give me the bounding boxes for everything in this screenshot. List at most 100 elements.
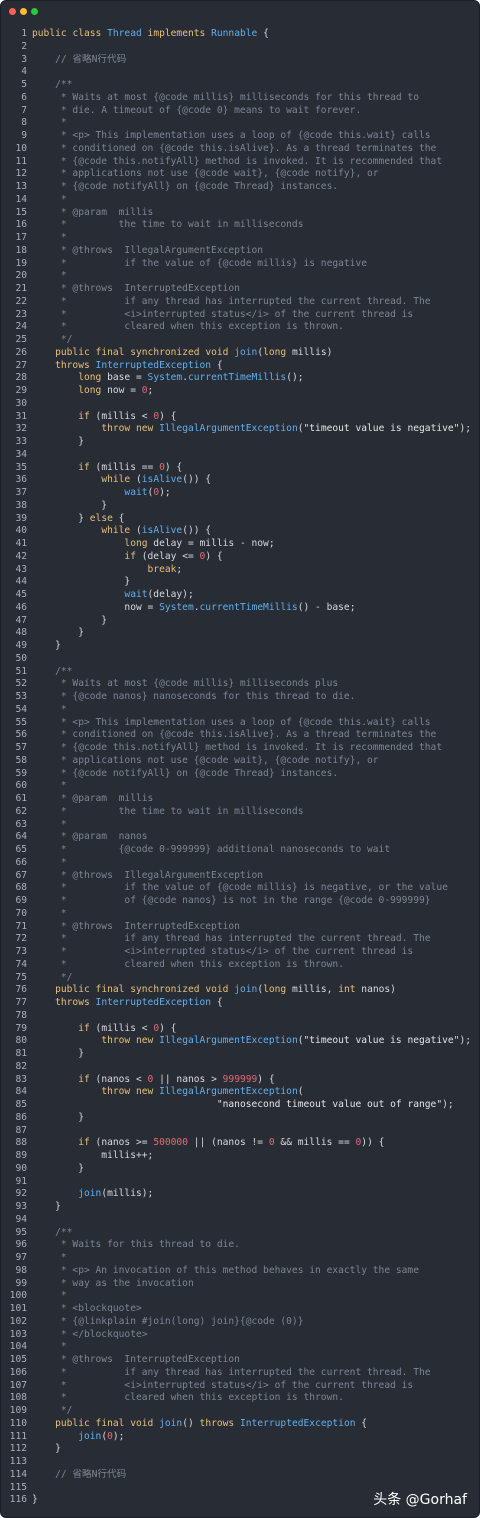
line-number: 77 xyxy=(15,997,27,1008)
code-text: millis++; xyxy=(32,1150,154,1161)
code-line: 35 if (millis == 0) { xyxy=(1,462,479,475)
code-line: 80 throw new IllegalArgumentException("t… xyxy=(1,1035,479,1048)
code-text: wait(delay); xyxy=(124,589,194,600)
line-number: 43 xyxy=(15,563,27,575)
code-line: 15 * @param millis xyxy=(1,207,479,220)
code-text: } xyxy=(32,1111,84,1123)
line-number: 114 xyxy=(9,1468,27,1480)
line-number: 67 xyxy=(15,869,27,881)
line-number: 79 xyxy=(15,1022,27,1034)
line-number: 69 xyxy=(15,895,27,906)
line-number: 115 xyxy=(9,1481,27,1493)
line-number: 98 xyxy=(15,1264,27,1276)
code-text: * xyxy=(32,232,67,243)
code-editor[interactable]: 1 public class Thread implements Runnable… xyxy=(1,28,479,1507)
line-number: 61 xyxy=(15,793,27,804)
line-number: 102 xyxy=(9,1315,27,1327)
code-line: 9 * <p> This implementation uses a loop … xyxy=(1,130,479,143)
line-number: 89 xyxy=(15,1150,27,1161)
code-text: * of {@code nanos} is not in the range {… xyxy=(32,895,431,906)
code-line: 16 * the time to wait in milliseconds xyxy=(1,219,479,232)
line-number: 41 xyxy=(15,538,27,549)
line-number: 35 xyxy=(15,461,27,473)
code-text: break; xyxy=(147,563,183,575)
code-text: * xyxy=(32,818,67,830)
code-line: 72 * if any thread has interrupted the c… xyxy=(1,933,479,946)
code-text: * @throws InterruptedException xyxy=(32,920,240,932)
code-line: 63 * xyxy=(1,819,479,832)
line-number: 4 xyxy=(21,66,27,78)
line-number: 30 xyxy=(15,397,27,409)
code-line: 84 throw new IllegalArgumentException( xyxy=(1,1086,479,1099)
line-number: 55 xyxy=(15,716,27,728)
code-line: 53 * {@code nanos} nanoseconds for this … xyxy=(1,691,479,704)
close-button[interactable] xyxy=(9,8,16,15)
code-text: if (millis < 0) { xyxy=(78,1022,177,1034)
line-number: 66 xyxy=(15,856,27,868)
code-line: 114 // 省略N行代码 xyxy=(1,1469,479,1482)
line-number: 90 xyxy=(15,1162,27,1174)
code-line: 40 while (isAlive()) { xyxy=(1,525,479,538)
code-text: long now = 0; xyxy=(78,385,154,396)
code-text: // 省略N行代码 xyxy=(32,53,127,65)
code-text: * if any thread has interrupted the curr… xyxy=(32,933,431,945)
code-text: throws InterruptedException { xyxy=(55,997,223,1008)
code-line: 82 xyxy=(1,1061,479,1074)
code-text: * cleared when this exception is thrown. xyxy=(32,1392,344,1404)
code-line: 59 * {@code notifyAll} on {@code Thread}… xyxy=(1,768,479,781)
line-number: 113 xyxy=(9,1456,27,1467)
line-number: 82 xyxy=(15,1060,27,1072)
line-number: 64 xyxy=(15,831,27,843)
code-text: * <i>interrupted status</i> of the curre… xyxy=(32,1379,414,1391)
code-text: * xyxy=(32,270,67,282)
line-number: 22 xyxy=(15,295,27,307)
line-number: 71 xyxy=(15,920,27,932)
code-line: 23 * <i>interrupted status</i> of the cu… xyxy=(1,309,479,322)
code-line: 87 xyxy=(1,1125,479,1138)
line-number: 50 xyxy=(15,652,27,664)
line-number: 81 xyxy=(15,1048,27,1059)
zoom-button[interactable] xyxy=(31,8,38,15)
line-number: 14 xyxy=(15,193,27,205)
line-number: 5 xyxy=(21,79,27,90)
line-number: 10 xyxy=(15,142,27,154)
code-line: 32 throw new IllegalArgumentException("t… xyxy=(1,423,479,436)
code-line: 98 * <p> An invocation of this method be… xyxy=(1,1265,479,1278)
code-line: 25 */ xyxy=(1,334,479,347)
code-text: * <p> An invocation of this method behav… xyxy=(32,1264,419,1276)
code-line: 77 throws InterruptedException { xyxy=(1,997,479,1010)
line-number: 28 xyxy=(15,372,27,384)
code-line: 73 * <i>interrupted status</i> of the cu… xyxy=(1,946,479,959)
code-line: 60 * xyxy=(1,780,479,793)
code-text: */ xyxy=(32,334,73,345)
line-number: 54 xyxy=(15,703,27,715)
code-text: long base = System.currentTimeMillis(); xyxy=(78,372,304,384)
code-text: * the time to wait in milliseconds xyxy=(32,219,304,231)
code-line: 102 * {@linkplain #join(long) join}{@cod… xyxy=(1,1316,479,1329)
code-line: 96 * Waits for this thread to die. xyxy=(1,1239,479,1252)
code-line: 37 wait(0); xyxy=(1,487,479,500)
code-text: * way as the invocation xyxy=(32,1277,194,1289)
line-number: 70 xyxy=(15,907,27,919)
code-text: if (nanos < 0 || nanos > 999999) { xyxy=(78,1073,275,1085)
code-text: * cleared when this exception is thrown. xyxy=(32,958,344,970)
code-line: 100 * xyxy=(1,1290,479,1303)
code-text: * if any thread has interrupted the curr… xyxy=(32,1366,431,1378)
code-line: 22 * if any thread has interrupted the c… xyxy=(1,296,479,309)
minimize-button[interactable] xyxy=(20,8,27,15)
line-number: 11 xyxy=(15,155,27,167)
code-line: 48 } xyxy=(1,627,479,640)
code-line: 26 public final synchronized void join(l… xyxy=(1,347,479,360)
line-number: 3 xyxy=(21,53,27,65)
code-line: 94 xyxy=(1,1214,479,1227)
code-line: 105 * @throws InterruptedException xyxy=(1,1354,479,1367)
code-line: 108 * cleared when this exception is thr… xyxy=(1,1392,479,1405)
code-text: public class Thread implements Runnable … xyxy=(32,28,269,39)
code-line: 68 * if the value of {@code millis} is n… xyxy=(1,882,479,895)
line-number: 112 xyxy=(9,1443,27,1455)
code-window: 1 public class Thread implements Runnable… xyxy=(0,0,480,1518)
code-line: 104 * xyxy=(1,1341,479,1354)
code-text: * {@linkplain #join(long) join}{@code (0… xyxy=(32,1315,304,1327)
code-line: 20 * xyxy=(1,270,479,283)
line-number: 101 xyxy=(9,1303,27,1314)
